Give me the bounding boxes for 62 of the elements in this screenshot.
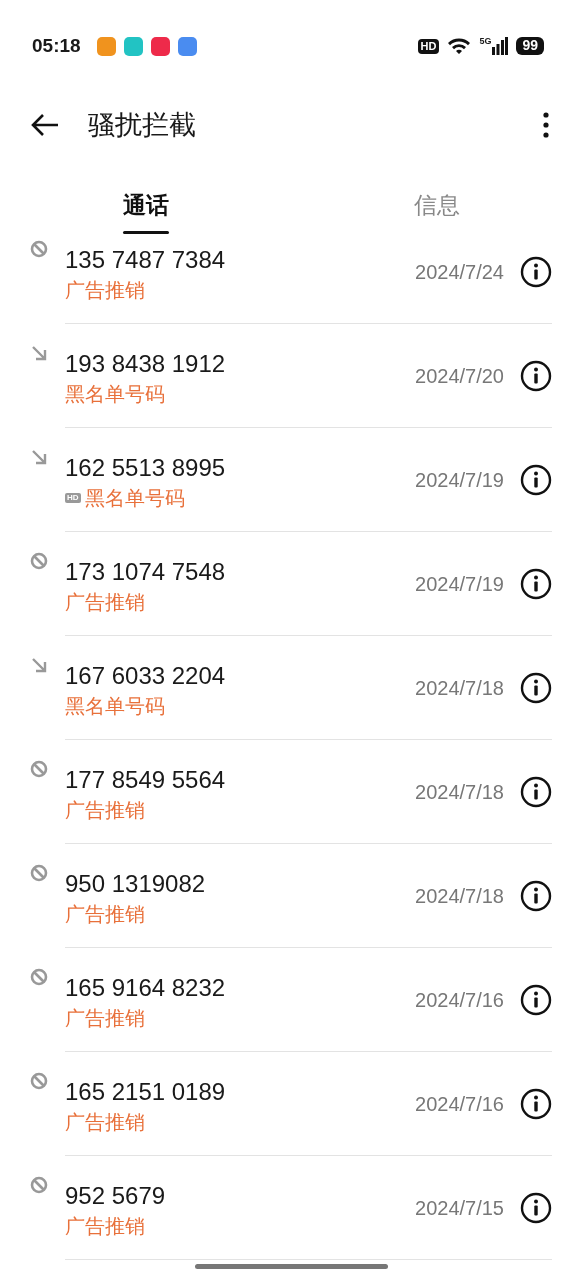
phone-number: 162 5513 8995 (65, 455, 226, 480)
call-tag: 广告推销 (65, 279, 145, 300)
call-tag: 黑名单号码 (65, 383, 165, 404)
phone-number: 167 6033 2204 (65, 663, 226, 688)
info-button[interactable] (520, 983, 552, 1016)
phone-number: 950 1319082 (65, 871, 206, 896)
info-button[interactable] (520, 879, 552, 912)
phone-number: 165 9164 8232 (65, 975, 226, 1000)
phone-number: 165 2151 0189 (65, 1079, 226, 1104)
call-tag: 广告推销 (65, 1111, 145, 1132)
back-button[interactable] (30, 112, 60, 138)
network-label: 5G (479, 37, 492, 46)
call-date: 2024/7/16 (415, 1091, 504, 1117)
blocked-icon (30, 1175, 48, 1194)
call-tag: 黑名单号码 (84, 487, 185, 508)
info-button[interactable] (520, 671, 552, 704)
signal-icon (492, 37, 509, 55)
call-tag: 广告推销 (65, 799, 145, 820)
blocked-icon (30, 759, 48, 778)
status-time: 05:18 (32, 33, 81, 58)
call-tag: 广告推销 (65, 1007, 145, 1028)
call-tag: 广告推销 (65, 903, 145, 924)
wifi-icon (447, 37, 472, 55)
hd-badge: HD (65, 492, 81, 503)
call-date: 2024/7/19 (415, 467, 504, 493)
phone-number: 952 5679 (65, 1183, 166, 1208)
incoming-call-icon (30, 655, 48, 674)
info-button[interactable] (520, 255, 552, 288)
call-date: 2024/7/18 (415, 779, 504, 805)
blocked-icon (30, 1071, 48, 1090)
info-button[interactable] (520, 1191, 552, 1224)
call-date: 2024/7/16 (415, 987, 504, 1013)
call-date: 2024/7/24 (415, 259, 504, 285)
page-title: 骚扰拦截 (88, 108, 196, 142)
more-options-button[interactable] (540, 111, 552, 139)
info-button[interactable] (520, 359, 552, 392)
call-date: 2024/7/18 (415, 675, 504, 701)
call-date: 2024/7/18 (415, 883, 504, 909)
phone-number: 177 8549 5564 (65, 767, 226, 792)
phone-number: 135 7487 7384 (65, 247, 226, 272)
call-date: 2024/7/19 (415, 571, 504, 597)
call-tag: 广告推销 (65, 1215, 145, 1236)
blocked-icon (30, 863, 48, 882)
blocked-icon (30, 239, 48, 258)
incoming-call-icon (30, 343, 48, 362)
battery-level: 99 (516, 37, 544, 55)
incoming-call-icon (30, 447, 48, 466)
blocked-icon (30, 967, 48, 986)
hd-indicator: HD (417, 38, 440, 54)
call-date: 2024/7/20 (415, 363, 504, 389)
info-button[interactable] (520, 1087, 552, 1120)
tab[interactable]: 信息 (413, 187, 460, 232)
info-button[interactable] (520, 567, 552, 600)
phone-number: 173 1074 7548 (65, 559, 226, 584)
info-button[interactable] (520, 463, 552, 496)
blocked-icon (30, 551, 48, 570)
info-button[interactable] (520, 775, 552, 808)
call-tag: 广告推销 (65, 591, 145, 612)
call-tag: 黑名单号码 (65, 695, 165, 716)
phone-number: 193 8438 1912 (65, 351, 226, 376)
tab[interactable]: 通话 (122, 187, 169, 232)
call-date: 2024/7/15 (415, 1195, 504, 1221)
